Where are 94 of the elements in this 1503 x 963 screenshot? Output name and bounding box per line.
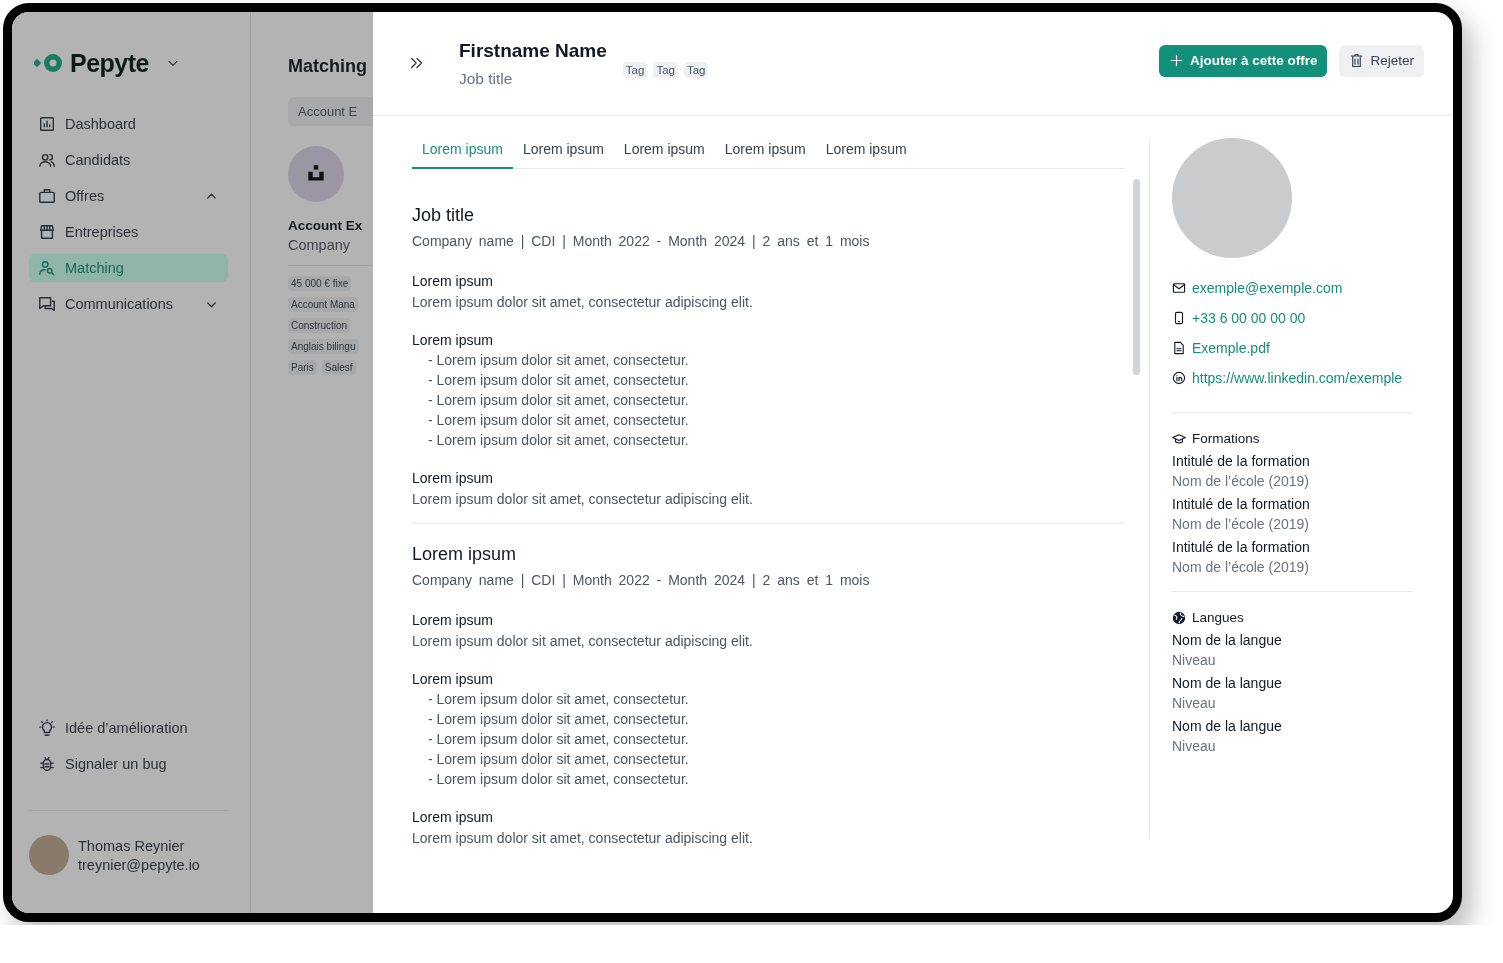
chart-icon — [38, 115, 56, 133]
page-title: Matching — [288, 56, 368, 77]
document-icon — [1172, 341, 1186, 355]
section-heading: Lorem ipsum — [412, 671, 494, 687]
item-title: Intitulé de la formation — [1172, 539, 1311, 555]
contact-link[interactable]: Exemple.pdf — [1192, 340, 1270, 356]
item-subtitle: Nom de l’école (2019) — [1172, 559, 1310, 575]
users-icon — [38, 151, 56, 169]
section-text: Lorem ipsum dolor sit amet, consectetur adipiscing elit. — [412, 830, 754, 846]
item-subtitle: Niveau — [1172, 652, 1217, 668]
tag: Salesf — [321, 360, 356, 375]
envelope-icon — [1172, 281, 1186, 295]
contact-link[interactable]: https://www.linkedin.com/exemple — [1192, 370, 1403, 386]
graduation-cap-icon — [1172, 431, 1186, 446]
nav-item[interactable]: Dashboard — [29, 110, 228, 138]
bullet-item: - Lorem ipsum dolor sit amet, consectetur. — [427, 352, 690, 368]
bug-icon — [38, 755, 56, 773]
contact-link[interactable]: exemple@exemple.com — [1192, 280, 1343, 296]
tag: Anglais bilingu — [288, 339, 359, 354]
item-title: Intitulé de la formation — [1172, 453, 1311, 469]
item-title: Nom de la langue — [1172, 632, 1283, 648]
store-icon — [38, 223, 56, 241]
company-logo — [288, 146, 344, 202]
logo-mark-icon — [34, 52, 64, 74]
item-subtitle: Niveau — [1172, 738, 1217, 754]
section-heading: Lorem ipsum — [412, 332, 494, 348]
bullet-item: - Lorem ipsum dolor sit amet, consectetur. — [427, 731, 690, 747]
tag: Tag — [653, 61, 678, 78]
nav-item[interactable]: Offres — [29, 182, 228, 210]
briefcase-icon — [38, 187, 56, 205]
lightbulb-icon — [38, 719, 56, 737]
tag: Paris — [288, 360, 317, 375]
section-text: Lorem ipsum dolor sit amet, consectetur adipiscing elit. — [412, 633, 754, 649]
experience-meta: Company name | CDI | Month 2022 - Month 2024 | 2 ans et 1 mois — [412, 572, 871, 588]
company-name: Company — [288, 237, 352, 253]
nav-item[interactable]: Signaler un bug — [29, 750, 228, 778]
item-subtitle: Nom de l’école (2019) — [1172, 473, 1310, 489]
tag: Account Mana — [288, 297, 358, 312]
job-title: Job title — [459, 69, 514, 88]
section-text: Lorem ipsum dolor sit amet, consectetur adipiscing elit. — [412, 294, 754, 310]
chat-icon — [38, 295, 56, 313]
trash-icon — [1349, 53, 1365, 68]
add-to-offer-button[interactable]: Ajouter à cette offre — [1158, 44, 1328, 77]
bullet-item: - Lorem ipsum dolor sit amet, consectetur. — [427, 412, 690, 428]
nav-item[interactable]: Communications — [29, 290, 228, 318]
bullet-item: - Lorem ipsum dolor sit amet, consectetur. — [427, 771, 690, 787]
nav-item[interactable]: Entreprises — [29, 218, 228, 246]
bullet-item: - Lorem ipsum dolor sit amet, consectetur. — [427, 711, 690, 727]
bullet-item: - Lorem ipsum dolor sit amet, consectetur. — [427, 751, 690, 767]
user-search-icon — [38, 259, 56, 277]
offer-title: Account Ex — [288, 218, 364, 233]
item-title: Intitulé de la formation — [1172, 496, 1311, 512]
tag: Tag — [622, 61, 648, 78]
tab[interactable]: Lorem ipsum — [613, 138, 715, 169]
section-heading: Lorem ipsum — [412, 470, 494, 486]
tag: Construction — [288, 318, 351, 333]
filter-chip[interactable]: Account E — [288, 97, 373, 126]
tab[interactable]: Lorem ipsum — [512, 138, 614, 169]
item-title: Nom de la langue — [1172, 675, 1283, 691]
tag: Tag — [683, 61, 709, 78]
user-name: Thomas Reynier — [78, 837, 186, 854]
tab[interactable]: Lorem ipsum — [714, 138, 816, 169]
section-title: Formations — [1192, 431, 1260, 446]
globe-icon — [1172, 610, 1186, 625]
scrollbar-thumb[interactable] — [1133, 179, 1140, 375]
section-text: Lorem ipsum dolor sit amet, consectetur adipiscing elit. — [412, 491, 754, 507]
bullet-item: - Lorem ipsum dolor sit amet, consectetur. — [427, 392, 690, 408]
experience-title: Lorem ipsum — [412, 544, 518, 565]
bullet-item: - Lorem ipsum dolor sit amet, consectetur. — [427, 691, 690, 707]
bullet-item: - Lorem ipsum dolor sit amet, consectetur. — [427, 432, 690, 448]
tab[interactable]: Lorem ipsum — [412, 138, 513, 169]
user-email: treynier@pepyte.io — [78, 856, 200, 873]
experience-meta: Company name | CDI | Month 2022 - Month 2024 | 2 ans et 1 mois — [412, 233, 871, 249]
reject-button[interactable]: Rejeter — [1339, 44, 1424, 77]
nav-item[interactable]: Idée d’amélioration — [29, 714, 228, 742]
avatar-placeholder — [29, 835, 69, 875]
bullet-item: - Lorem ipsum dolor sit amet, consectetur. — [427, 372, 690, 388]
contact-link[interactable]: +33 6 00 00 00 00 — [1192, 310, 1306, 326]
experience-title: Job title — [412, 205, 476, 226]
section-heading: Lorem ipsum — [412, 612, 494, 628]
plus-icon — [1168, 53, 1184, 68]
candidate-name: Firstname Name — [459, 39, 607, 62]
tab[interactable]: Lorem ipsum — [815, 138, 917, 169]
nav-item[interactable]: Candidats — [29, 146, 228, 174]
section-heading: Lorem ipsum — [412, 273, 494, 289]
logo-text: Pepyte — [70, 48, 149, 78]
section-heading: Lorem ipsum — [412, 809, 494, 825]
item-subtitle: Nom de l’école (2019) — [1172, 516, 1310, 532]
item-subtitle: Niveau — [1172, 695, 1217, 711]
item-title: Nom de la langue — [1172, 718, 1283, 734]
phone-icon — [1172, 311, 1186, 325]
linkedin-icon — [1172, 371, 1186, 385]
section-title: Langues — [1192, 610, 1244, 625]
tag: 45 000 € fixe — [288, 276, 352, 291]
